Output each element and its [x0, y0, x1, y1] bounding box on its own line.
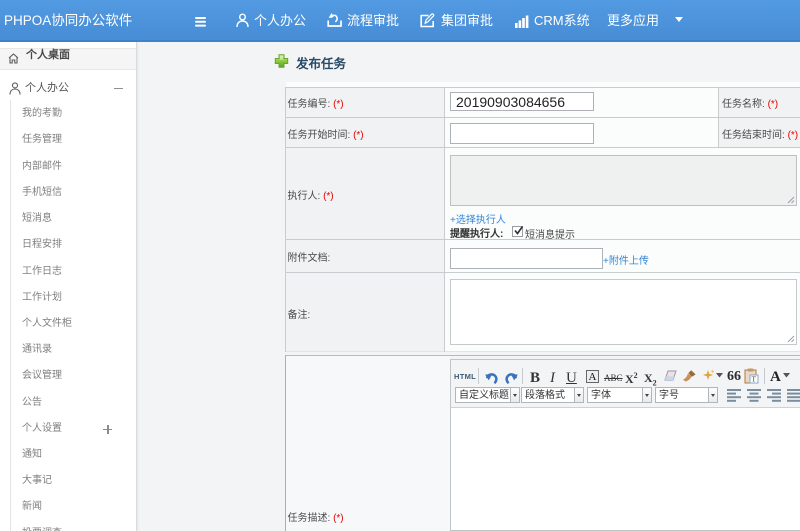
svg-text:T: T — [752, 376, 757, 384]
